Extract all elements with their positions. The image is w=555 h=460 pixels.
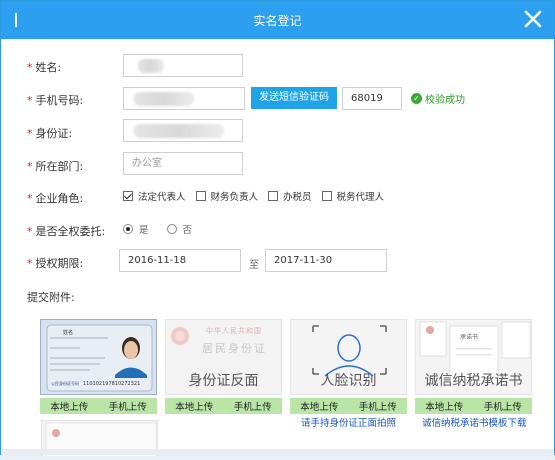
sms-code-input[interactable]: 68019 [342, 87, 402, 110]
pledge-caption: 诚信纳税承诺书 [424, 373, 523, 389]
send-sms-code-button[interactable]: 发送短信验证码 [251, 87, 337, 109]
period-end-input[interactable]: 2017-11-30 [265, 249, 387, 272]
dialog-titlebar[interactable]: 实名登记 [1, 1, 554, 39]
upload-bar-face: 本地上传 手机上传 [290, 398, 407, 414]
mobile-upload-button[interactable]: 手机上传 [109, 399, 147, 413]
pledge-doc-title: 承诺书 [460, 334, 479, 341]
face-caption: 人脸识别 [320, 373, 377, 389]
role-option-tax-agent[interactable]: 税务代理人 [321, 189, 384, 203]
horizontal-scrollbar[interactable] [1, 449, 554, 455]
local-upload-button[interactable]: 本地上传 [175, 399, 213, 413]
mobile-upload-button[interactable]: 手机上传 [484, 399, 522, 413]
check-circle-icon: ✓ [411, 93, 422, 104]
name-label: * 姓名: [27, 61, 62, 74]
checkbox[interactable] [268, 191, 279, 201]
name-input[interactable] [123, 54, 243, 77]
role-label: * 企业角色: [27, 192, 84, 205]
radio-no[interactable]: 否 [166, 222, 192, 236]
tax-pledge-upload[interactable]: 承诺书 诚信纳税承诺书 [415, 319, 532, 395]
id-front-number-label: 公民身份证号码 [51, 381, 79, 386]
id-card-front-upload[interactable]: 姓名 公民身份证号码 110102197810272321 [40, 319, 157, 395]
period-start-input[interactable]: 2016-11-18 [119, 249, 241, 272]
real-name-registration-dialog: 实名登记 * 姓名: * 手机号码: 发送短信验证码 68019 ✓ 校验成功 * 身… [0, 0, 555, 458]
upload-bar-id-back: 本地上传 手机上传 [165, 398, 282, 414]
mobile-upload-button[interactable]: 手机上传 [359, 399, 397, 413]
close-button[interactable] [522, 8, 544, 30]
phone-label: * 手机号码: [27, 94, 84, 107]
checkbox-checked[interactable] [123, 191, 133, 201]
attachments-label: 提交附件: [27, 291, 75, 304]
redacted-phone [134, 92, 194, 106]
checkbox[interactable] [195, 191, 206, 201]
close-icon [524, 10, 542, 28]
pledge-template-download-link[interactable]: 诚信纳税承诺书模板下载 [422, 415, 527, 429]
radio-selected[interactable] [123, 224, 133, 234]
id-card-label: * 身份证: [27, 127, 73, 140]
full-authority-radio-group: 是 否 [123, 222, 210, 236]
face-photo-hint-link[interactable]: 请手持身份证正面拍照 [301, 415, 396, 429]
phone-input[interactable] [123, 87, 245, 110]
period-label: * 授权期限: [27, 257, 84, 270]
id-back-country: 中华人民共和国 [206, 327, 262, 335]
radio-yes[interactable]: 是 [123, 222, 149, 236]
radio[interactable] [166, 224, 177, 234]
dialog-title: 实名登记 [253, 14, 302, 28]
role-checkbox-group: 法定代表人 财务负责人 办税员 税务代理人 [123, 189, 394, 203]
full-authority-label: * 是否全权委托: [27, 225, 106, 238]
department-label: * 所在部门: [27, 160, 84, 173]
redacted-id-card [134, 124, 224, 138]
role-option-finance[interactable]: 财务负责人 [195, 189, 258, 203]
local-upload-button[interactable]: 本地上传 [50, 399, 88, 413]
mobile-upload-button[interactable]: 手机上传 [234, 399, 272, 413]
face-recognition-upload[interactable]: 人脸识别 [290, 319, 407, 395]
upload-bar-pledge: 本地上传 手机上传 [415, 398, 532, 414]
id-front-number: 110102197810272321 [83, 381, 141, 387]
id-front-name-field: 姓名 [63, 330, 74, 336]
role-option-tax-clerk[interactable]: 办税员 [268, 189, 312, 203]
department-input[interactable]: 办公室 [123, 152, 243, 175]
checkbox[interactable] [321, 191, 332, 201]
id-back-caption: 身份证反面 [188, 373, 259, 389]
local-upload-button[interactable]: 本地上传 [425, 399, 463, 413]
upload-bar-id-front: 本地上传 手机上传 [40, 398, 157, 414]
verify-status: ✓ 校验成功 [411, 91, 465, 106]
period-separator: 至 [249, 260, 259, 271]
id-back-doc-title: 居民身份证 [202, 342, 267, 355]
local-upload-button[interactable]: 本地上传 [300, 399, 338, 413]
redacted-name [138, 59, 164, 73]
role-option-legal-rep[interactable]: 法定代表人 [123, 189, 186, 203]
id-card-back-upload[interactable]: 中华人民共和国 居民身份证 身份证反面 [165, 319, 282, 395]
id-card-input[interactable] [123, 119, 243, 142]
